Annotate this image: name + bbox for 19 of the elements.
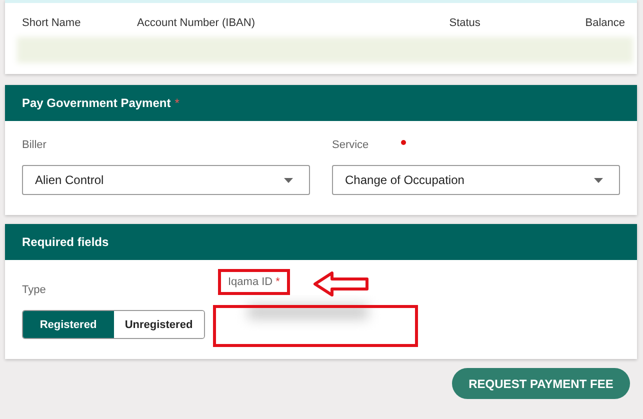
field-label: Iqama ID bbox=[228, 276, 273, 288]
required-mark: * bbox=[276, 276, 280, 288]
dropdown[interactable]: Alien Control bbox=[22, 165, 310, 195]
field-label: Biller bbox=[22, 139, 46, 151]
section-title: Required fields bbox=[22, 235, 109, 249]
caret-icon bbox=[594, 178, 603, 182]
column-header: Short Name bbox=[22, 17, 82, 29]
dropdown[interactable]: Change of Occupation bbox=[332, 165, 620, 195]
caret-icon bbox=[284, 178, 293, 182]
column-header: Account Number (IBAN) bbox=[137, 17, 256, 29]
arrow-icon bbox=[312, 271, 370, 297]
column-header: Status bbox=[449, 17, 482, 29]
field-label: Service bbox=[332, 139, 369, 151]
column-header: Balance bbox=[585, 17, 625, 29]
section-title: Pay Government Payment bbox=[22, 96, 171, 110]
field-label: Type bbox=[22, 283, 47, 298]
type-option[interactable]: Registered bbox=[23, 311, 114, 338]
required-mark: * bbox=[174, 96, 180, 110]
request-button[interactable]: REQUEST PAYMENT FEE bbox=[452, 368, 630, 399]
